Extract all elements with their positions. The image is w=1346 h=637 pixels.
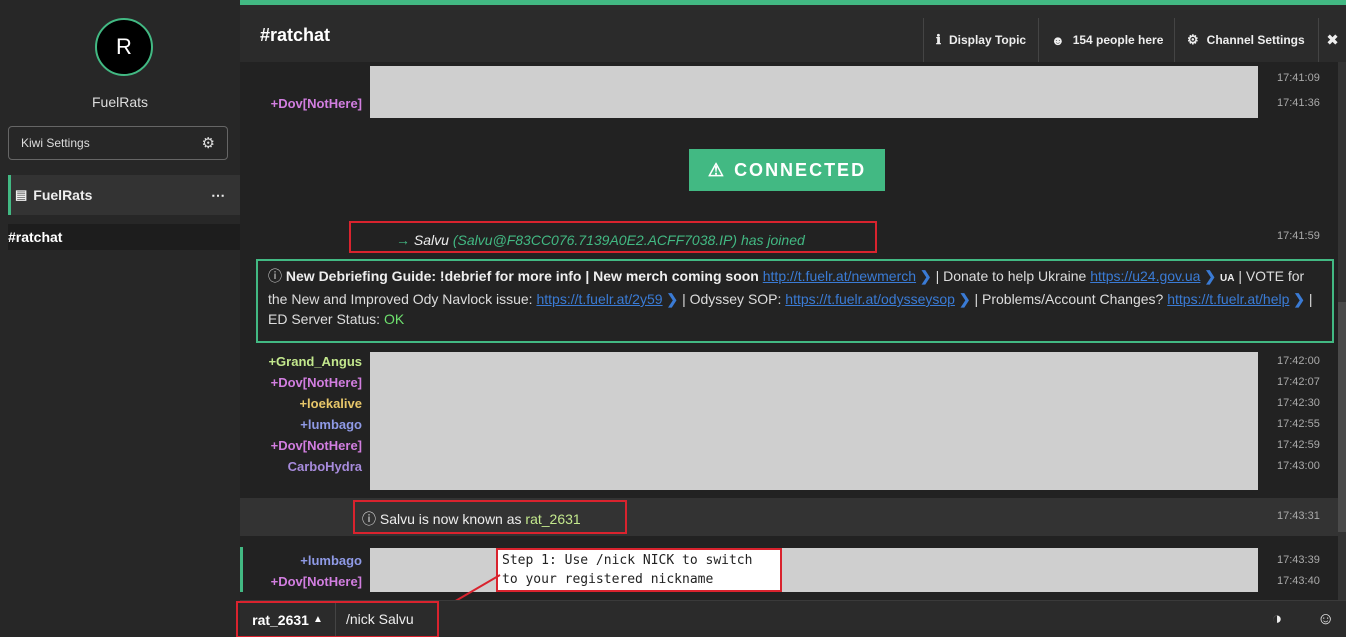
scrollbar[interactable]	[1338, 62, 1346, 600]
kiwi-settings-button[interactable]: Kiwi Settings ⚙	[8, 126, 228, 160]
redacted-message	[370, 66, 1258, 118]
message-time: 17:42:07	[1277, 376, 1320, 388]
callout-line: to your registered nickname	[502, 572, 714, 587]
gear-icon: ⚙	[1187, 32, 1199, 47]
chevron-right-icon: ❯	[662, 291, 679, 307]
message-time: 17:43:40	[1277, 575, 1320, 587]
sidebar: R FuelRats Kiwi Settings ⚙ ▤ FuelRats ⋯ …	[0, 0, 240, 637]
scroll-thumb[interactable]	[1338, 302, 1346, 532]
message-list[interactable]: 17:41:09 +Dov[NotHere] 17:41:36 ⚠ CONNEC…	[240, 62, 1346, 600]
topic-text: | Donate to help Ukraine	[935, 268, 1087, 284]
topic-link-u24[interactable]: https://u24.gov.ua	[1090, 268, 1200, 284]
message-nick[interactable]: +Dov[NotHere]	[240, 375, 362, 390]
topic-bold: New Debriefing Guide: !debrief for more …	[285, 268, 759, 284]
channel-topic: ⓘ New Debriefing Guide: !debrief for mor…	[256, 259, 1334, 343]
message-time: 17:43:00	[1277, 460, 1320, 472]
callout-line: Step 1: Use /nick NICK to switch	[502, 553, 753, 568]
server-status: OK	[383, 311, 405, 327]
message-time: 17:41:09	[1277, 72, 1320, 84]
chevron-right-icon: ❯	[1200, 268, 1217, 284]
contrast-icon[interactable]: ◑	[1272, 609, 1282, 629]
users-icon: ☻	[1051, 32, 1065, 48]
page-title: #ratchat	[260, 25, 331, 45]
network-name: FuelRats	[91, 94, 149, 110]
connected-label: CONNECTED	[734, 159, 867, 180]
annotation-box-joined	[349, 221, 877, 253]
channel-settings-label: Channel Settings	[1206, 33, 1305, 47]
display-topic-label: Display Topic	[948, 33, 1027, 47]
topic-text: | Problems/Account Changes?	[974, 291, 1164, 307]
kiwi-settings-label: Kiwi Settings	[21, 136, 90, 150]
emoji-icon[interactable]: ☺	[1317, 609, 1334, 629]
topic-link-2y59[interactable]: https://t.fuelr.at/2y59	[536, 291, 662, 307]
channel-settings-button[interactable]: ⚙ Channel Settings	[1174, 18, 1317, 62]
avatar[interactable]: R	[95, 18, 153, 76]
message-time: 17:41:36	[1277, 97, 1320, 109]
message-time: 17:42:59	[1277, 439, 1320, 451]
more-options-icon[interactable]: ⋯	[211, 187, 226, 204]
topic-ua: UA	[1219, 273, 1235, 284]
channel-header: #ratchat ℹ Display Topic ☻ 154 people he…	[240, 0, 1346, 62]
sidebar-channel-label: #ratchat	[8, 229, 63, 245]
topic-link-help[interactable]: https://t.fuelr.at/help	[1167, 291, 1289, 307]
avatar-letter: R	[116, 34, 132, 59]
message-time: 17:42:00	[1277, 355, 1320, 367]
topic-link-odysseysop[interactable]: https://t.fuelr.at/odysseysop	[785, 291, 955, 307]
message-time: 17:42:55	[1277, 418, 1320, 430]
sidebar-network-fuelrats[interactable]: ▤ FuelRats ⋯	[8, 175, 240, 215]
chevron-right-icon: ❯	[954, 291, 971, 307]
message-nick[interactable]: +loekalive	[240, 396, 362, 411]
sidebar-network-label: FuelRats	[33, 187, 93, 203]
message-nick[interactable]: +lumbago	[240, 417, 362, 432]
redacted-messages	[370, 352, 1258, 490]
display-topic-button[interactable]: ℹ Display Topic	[923, 18, 1038, 62]
annotation-box-nick-change	[353, 500, 627, 534]
sidebar-item-ratchat[interactable]: #ratchat	[8, 224, 240, 250]
annotation-box-input	[236, 601, 439, 637]
message-nick[interactable]: +Dov[NotHere]	[240, 574, 362, 589]
info-circle-icon: ⓘ	[268, 268, 282, 284]
topic-link-newmerch[interactable]: http://t.fuelr.at/newmerch	[763, 268, 916, 284]
message-nick[interactable]: +Dov[NotHere]	[240, 438, 362, 453]
message-time: 17:42:30	[1277, 397, 1320, 409]
warning-icon: ⚠	[707, 159, 727, 180]
annotation-callout: Step 1: Use /nick NICK to switch to your…	[496, 548, 782, 592]
message-time: 17:41:59	[1277, 230, 1320, 242]
message-time: 17:43:31	[1277, 510, 1320, 522]
message-nick[interactable]: +Dov[NotHere]	[240, 96, 362, 111]
info-icon: ℹ	[936, 32, 941, 47]
close-icon[interactable]: ✖	[1318, 18, 1346, 62]
connected-banner: ⚠ CONNECTED	[689, 149, 885, 191]
message-nick[interactable]: CarboHydra	[240, 459, 362, 474]
people-button[interactable]: ☻ 154 people here	[1038, 18, 1175, 62]
topic-text: | Odyssey SOP:	[682, 291, 782, 307]
chevron-right-icon: ❯	[1289, 291, 1306, 307]
message-nick[interactable]: +lumbago	[240, 553, 362, 568]
server-icon: ▤	[15, 187, 28, 202]
message-time: 17:43:39	[1277, 554, 1320, 566]
input-bar: rat_2631 ▲ /nick Salvu ◑ ☺	[236, 600, 1346, 637]
people-label: 154 people here	[1072, 33, 1164, 47]
gear-icon: ⚙	[201, 135, 215, 152]
chevron-right-icon: ❯	[916, 268, 932, 284]
message-nick[interactable]: +Grand_Angus	[240, 354, 362, 369]
